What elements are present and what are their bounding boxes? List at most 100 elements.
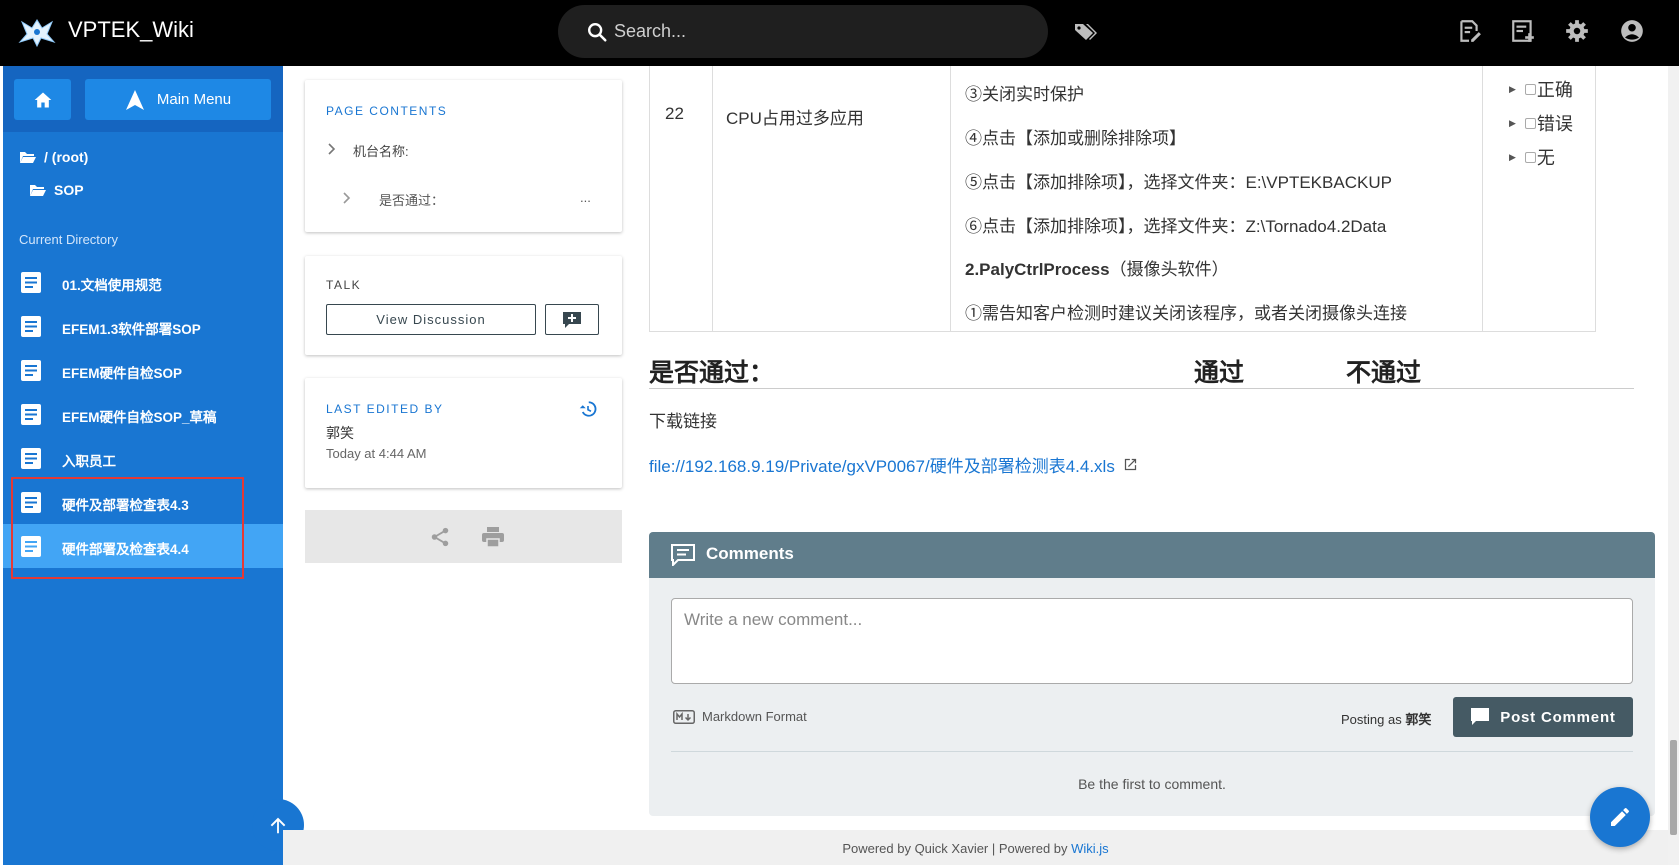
step-line: ⑥点击【添加排除项】，选择文件夹：Z:\Tornado4.2Data (965, 217, 1387, 236)
pass-heading-label: 是否通过： (649, 359, 775, 387)
posting-as: Posting as 郭笑 (1341, 712, 1432, 727)
main-menu-label: Main Menu (156, 91, 232, 108)
step-subheading: 2.PalyCtrlProcess（摄像头软件） (965, 260, 1229, 279)
option-wrong[interactable]: ▶ 错误 (1509, 110, 1573, 136)
step-line: ⑤点击【添加排除项】，选择文件夹：E:\VPTEKBACKUP (965, 173, 1392, 192)
footer: Powered by Quick Xavier | Powered by Wik… (283, 830, 1668, 865)
toc-item-pass[interactable]: 是否通过： (379, 190, 444, 209)
main-menu-button[interactable]: Main Menu (85, 79, 271, 120)
fail-label: 不通过 (1346, 359, 1422, 387)
print-icon[interactable] (481, 526, 505, 548)
sidebar-item-doc-usage[interactable]: 01.文档使用规范 (3, 260, 283, 304)
sidebar-item-efem-hardware[interactable]: EFEM硬件自检SOP (3, 348, 283, 392)
sidebar: Main Menu / (root) SOP Current Directory… (3, 66, 283, 865)
new-page-icon[interactable] (1456, 18, 1482, 44)
logo-icon[interactable] (18, 14, 56, 48)
step-line: ③关闭实时保护 (965, 85, 1084, 104)
sidebar-item-label: EFEM硬件自检SOP_草稿 (62, 410, 217, 425)
document-icon (21, 272, 41, 293)
sidebar-item-label: EFEM硬件自检SOP (62, 366, 183, 381)
sidebar-item-efem-hardware-draft[interactable]: EFEM硬件自检SOP_草稿 (3, 392, 283, 436)
download-label: 下载链接 (649, 412, 717, 431)
account-icon[interactable] (1619, 18, 1645, 44)
footer-text: Powered by Quick Xavier | Powered by (842, 841, 1068, 856)
gear-icon[interactable] (1564, 18, 1590, 44)
chevron-right-icon (328, 143, 336, 155)
checkbox[interactable] (1524, 83, 1536, 95)
page-actions-icon[interactable] (1510, 18, 1536, 44)
comments-header: Comments (649, 532, 1655, 578)
sidebar-item-label: 硬件及部署检查表4.3 (62, 498, 189, 513)
markdown-format: Markdown Format (673, 709, 807, 724)
sidebar-item-label: 01.文档使用规范 (62, 278, 162, 293)
option-correct[interactable]: ▶ 正确 (1509, 76, 1573, 102)
current-directory-label: Current Directory (19, 232, 118, 247)
folder-open-icon (20, 152, 36, 163)
row-name: CPU占用过多应用 (726, 109, 864, 128)
folder-open-icon (30, 185, 46, 196)
search-input[interactable] (614, 17, 1014, 45)
share-print-bar (305, 510, 622, 563)
wikijs-link[interactable]: Wiki.js (1071, 841, 1109, 856)
share-icon[interactable] (429, 526, 451, 548)
toc-item-more[interactable]: ... (580, 190, 591, 205)
sidebar-header: Main Menu (3, 66, 283, 132)
option-none[interactable]: ▶ 无 (1509, 144, 1555, 170)
checkbox[interactable] (1524, 117, 1536, 129)
history-icon[interactable] (579, 400, 597, 418)
document-icon (21, 448, 41, 469)
sidebar-item-efem-software[interactable]: EFEM1.3软件部署SOP (3, 304, 283, 348)
row-number: 22 (665, 104, 684, 123)
page-contents-card: PAGE CONTENTS 机台名称: 是否通过： ... (305, 80, 622, 232)
comments-section: Comments Markdown Format Posting as 郭笑 P… (649, 532, 1655, 816)
toc-item-machine-name[interactable]: 机台名称: (353, 141, 409, 160)
document-icon (21, 492, 41, 513)
last-edited-time: Today at 4:44 AM (326, 446, 427, 461)
sidebar-item-label: EFEM1.3软件部署SOP (62, 322, 201, 337)
tags-icon[interactable] (1073, 20, 1097, 44)
sidebar-item-checklist-4-3[interactable]: 硬件及部署检查表4.3 (3, 480, 283, 524)
markdown-icon (673, 709, 695, 724)
empty-comments-text: Be the first to comment. (1078, 776, 1226, 792)
download-link[interactable]: file://192.168.9.19/Private/gxVP0067/硬件及… (649, 452, 1138, 477)
home-icon (34, 92, 51, 107)
last-edited-title: LAST EDITED BY (326, 402, 444, 416)
new-discussion-button[interactable] (545, 304, 599, 335)
comment-icon (1471, 708, 1490, 725)
sidebar-item-checklist-4-4[interactable]: 硬件部署及检查表4.4 (3, 524, 283, 568)
home-button[interactable] (14, 79, 71, 120)
step-note: ①需告知客户检测时建议关闭该程序，或者关闭摄像头连接 (965, 304, 1407, 323)
post-comment-button[interactable]: Post Comment (1453, 697, 1633, 737)
pencil-icon (1611, 808, 1629, 826)
sidebar-item-label: 硬件部署及检查表4.4 (62, 542, 189, 557)
sidebar-item-onboarding[interactable]: 入职员工 (3, 436, 283, 480)
document-icon (21, 360, 41, 381)
document-icon (21, 404, 41, 425)
search-icon (588, 23, 607, 42)
navigation-icon (125, 89, 144, 110)
breadcrumb-root[interactable]: / (root) (19, 149, 88, 165)
sidebar-item-label: 入职员工 (62, 454, 116, 469)
step-line: ④点击【添加或删除排除项】 (965, 129, 1186, 148)
talk-title: TALK (326, 278, 362, 292)
pass-heading: 是否通过： 通过 不通过 (649, 349, 1634, 389)
comments-title: Comments (706, 544, 794, 563)
external-link-icon (1124, 458, 1136, 471)
app-title[interactable]: VPTEK_Wiki (68, 17, 194, 43)
view-discussion-button[interactable]: View Discussion (326, 304, 536, 335)
search-bar[interactable] (558, 5, 1048, 58)
edit-page-button[interactable] (1590, 787, 1650, 847)
table-col-steps (951, 66, 1483, 332)
pass-label: 通过 (1194, 359, 1245, 387)
comment-plus-icon (563, 311, 581, 328)
checkbox[interactable] (1524, 151, 1536, 163)
comment-icon (671, 544, 695, 566)
document-icon (21, 316, 41, 337)
divider (671, 751, 1633, 752)
chevron-right-icon (343, 192, 351, 204)
top-bar: VPTEK_Wiki (0, 0, 1679, 66)
talk-card: TALK View Discussion (305, 256, 622, 355)
breadcrumb-sop[interactable]: SOP (29, 182, 84, 198)
scrollbar-thumb[interactable] (1670, 740, 1677, 835)
comment-input[interactable] (671, 598, 1633, 684)
